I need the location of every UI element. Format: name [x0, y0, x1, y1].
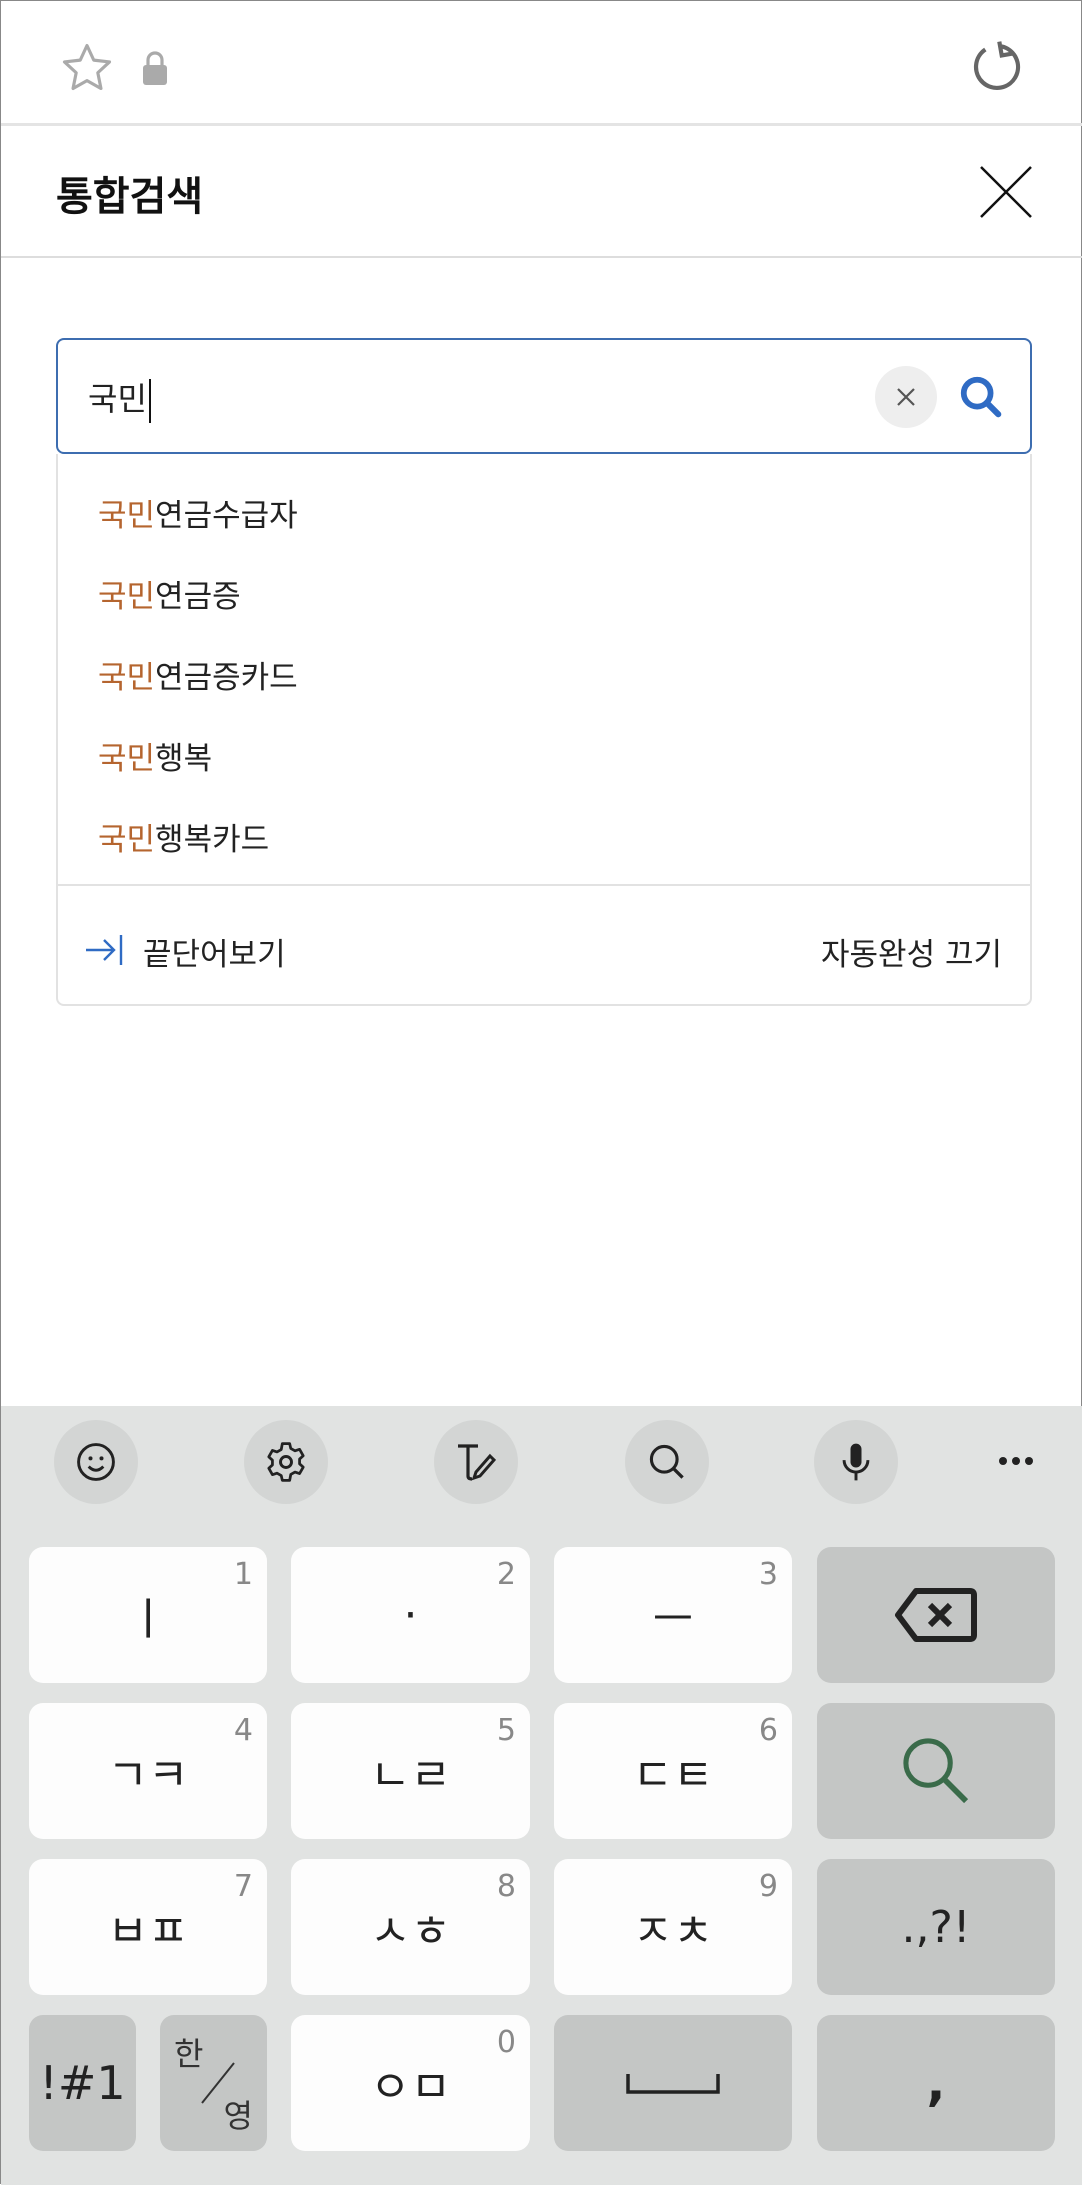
- key-number: 6: [758, 1713, 778, 1748]
- emoji-icon: [77, 1443, 115, 1481]
- search-icon: [903, 1738, 969, 1804]
- emoji-button[interactable]: [54, 1420, 138, 1504]
- more-icon[interactable]: [986, 1446, 1046, 1476]
- key-number: 5: [496, 1713, 516, 1748]
- comma-key[interactable]: ,: [817, 2015, 1055, 2151]
- microphone-button[interactable]: [814, 1420, 898, 1504]
- key-1[interactable]: ㅣ1: [29, 1547, 267, 1683]
- backspace-icon: [895, 1588, 977, 1642]
- handwriting-button[interactable]: [434, 1420, 518, 1504]
- suggestion-item[interactable]: 국민연금증: [98, 571, 241, 616]
- language-key[interactable]: 한 영: [160, 2015, 267, 2151]
- key-9[interactable]: ㅈㅊ 9: [554, 1859, 792, 1995]
- keyboard: ㅣ 1 · 2 ㅡ 3 ㄱㅋ 4 ㄴㄹ 5 ㄷㅌ 6 ㅂㅍ 7 ㅅㅎ 8 ㅈㅊ 9 .,?! !#1 한 영 ㅇㅁ…: [1, 1406, 1082, 2185]
- key-number: 8: [496, 1869, 516, 1904]
- key-label: ㄱㅋ: [107, 1750, 189, 1801]
- key-number: 4: [233, 1713, 253, 1748]
- autocomplete-off-button[interactable]: 자동완성 끄기: [821, 929, 1002, 974]
- key-7[interactable]: ㅂㅍ 7: [29, 1859, 267, 1995]
- key-label: ·: [403, 1589, 418, 1641]
- handwriting-icon: [458, 1444, 497, 1481]
- key-6[interactable]: ㄷㅌ 6: [554, 1703, 792, 1839]
- autocomplete-dropdown: 국민연금수급자 국민연금증 국민연금증카드 국민행복 국민행복카드 끝단어보기 …: [56, 454, 1032, 1006]
- symbols-key[interactable]: !#1: [29, 2015, 136, 2151]
- end-word-button[interactable]: 끝단어보기: [143, 929, 286, 974]
- clear-button[interactable]: [875, 366, 937, 428]
- browser-bar: [1, 1, 1082, 126]
- settings-button[interactable]: [244, 1420, 328, 1504]
- key-label: ㅅㅎ: [370, 1906, 451, 1957]
- key-ieung-mieum[interactable]: ㅇㅁ 0: [291, 2015, 530, 2151]
- key-label: ㅂㅍ: [107, 1906, 189, 1957]
- key-number: 7: [233, 1869, 253, 1904]
- key-2[interactable]: · 2: [291, 1547, 530, 1683]
- key-label: ㅡ: [652, 1594, 694, 1645]
- close-icon: [897, 388, 915, 406]
- page-title: 통합검색: [56, 174, 204, 220]
- search-value[interactable]: 국민: [88, 374, 151, 423]
- lock-icon: [143, 51, 167, 85]
- space-icon: [626, 2074, 720, 2094]
- key-number: 3: [758, 1557, 778, 1592]
- arrow-to-end-icon: [86, 935, 123, 965]
- search-icon: [649, 1444, 684, 1479]
- key-label: ㄴㄹ: [370, 1750, 451, 1801]
- search-key[interactable]: [817, 1703, 1055, 1839]
- space-key[interactable]: [554, 2015, 792, 2151]
- microphone-icon: [842, 1443, 870, 1481]
- key-4[interactable]: ㄱㅋ 4: [29, 1703, 267, 1839]
- key-number: 9: [758, 1869, 778, 1904]
- search-toolbar-button[interactable]: [625, 1420, 709, 1504]
- backspace-key[interactable]: [817, 1547, 1055, 1683]
- refresh-icon[interactable]: [969, 39, 1025, 95]
- key-3[interactable]: ㅡ3: [554, 1547, 792, 1683]
- key-5[interactable]: ㄴㄹ 5: [291, 1703, 530, 1839]
- star-icon[interactable]: [59, 41, 115, 95]
- key-label: ㄷㅌ: [632, 1750, 714, 1801]
- key-number: 2: [496, 1557, 516, 1592]
- key-8[interactable]: ㅅㅎ 8: [291, 1859, 530, 1995]
- search-input[interactable]: 국민: [56, 338, 1032, 454]
- key-label: ㅈㅊ: [632, 1906, 714, 1957]
- suggestion-item[interactable]: 국민행복카드: [98, 814, 269, 859]
- settings-icon: [267, 1442, 305, 1482]
- suggestion-item[interactable]: 국민행복: [98, 733, 212, 778]
- punctuation-key[interactable]: .,?!: [817, 1859, 1055, 1995]
- suggestion-item[interactable]: 국민연금수급자: [98, 490, 298, 535]
- key-number: 1: [233, 1557, 253, 1592]
- search-icon[interactable]: [958, 374, 1004, 420]
- key-label: ㅣ: [127, 1594, 169, 1645]
- suggestion-item[interactable]: 국민연금증카드: [98, 652, 298, 697]
- divider: [58, 884, 1030, 886]
- close-icon[interactable]: [979, 165, 1033, 219]
